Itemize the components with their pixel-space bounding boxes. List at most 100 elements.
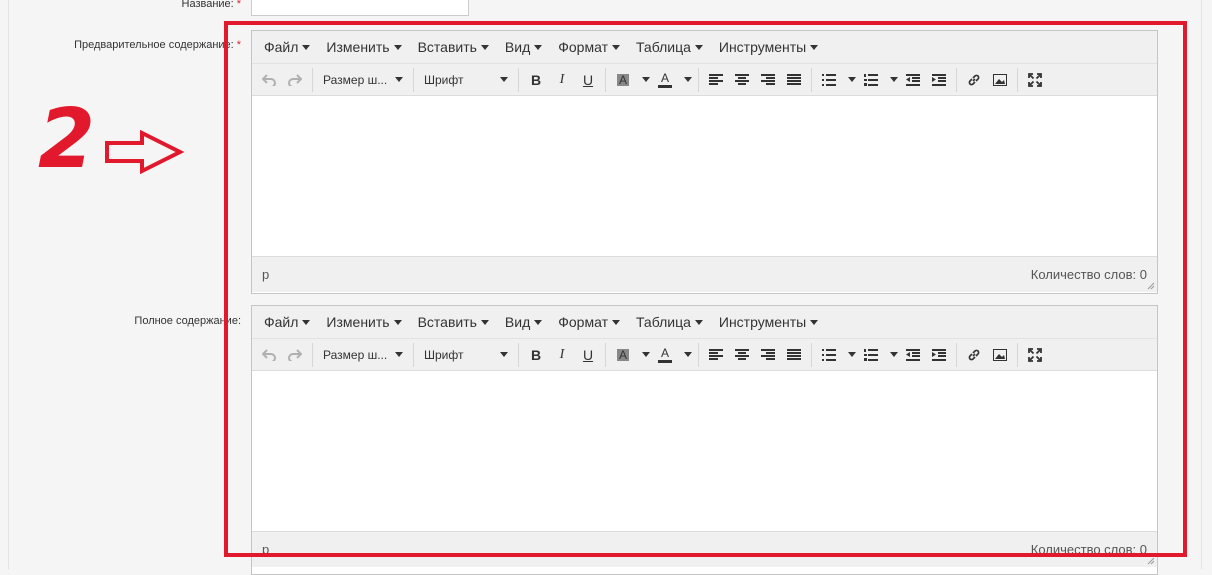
indent-icon[interactable] <box>926 342 952 368</box>
menu-format[interactable]: Формат <box>550 314 628 330</box>
fullscreen-icon[interactable] <box>1022 342 1048 368</box>
toolbar-separator <box>956 342 957 367</box>
toolbar-separator <box>956 67 957 92</box>
menu-tools[interactable]: Инструменты <box>711 314 826 330</box>
align-left-icon[interactable] <box>703 67 729 93</box>
toolbar-separator <box>518 342 519 367</box>
resize-handle-icon[interactable] <box>1147 282 1155 290</box>
menu-edit[interactable]: Изменить <box>318 39 409 55</box>
caret-down-icon <box>890 77 898 82</box>
indent-icon[interactable] <box>926 67 952 93</box>
toolbar-separator <box>605 67 606 92</box>
menu-view[interactable]: Вид <box>497 39 550 55</box>
undo-icon[interactable] <box>256 67 282 93</box>
menu-file[interactable]: Файл <box>256 314 318 330</box>
italic-button[interactable]: I <box>549 342 575 368</box>
full-content-label: Полное содержание: <box>134 315 241 327</box>
bullet-list-icon[interactable] <box>816 342 842 368</box>
menu-view[interactable]: Вид <box>497 314 550 330</box>
caret-down-icon <box>810 44 819 50</box>
toolbar-separator <box>605 342 606 367</box>
font-family-select[interactable]: Шрифт <box>418 67 514 93</box>
fullscreen-icon[interactable] <box>1022 67 1048 93</box>
required-mark: * <box>236 0 241 10</box>
redo-icon[interactable] <box>282 342 308 368</box>
caret-down-icon <box>642 77 650 82</box>
text-color-dropdown[interactable] <box>678 342 694 368</box>
background-color-dropdown[interactable] <box>636 342 652 368</box>
menu-tools[interactable]: Инструменты <box>711 39 826 55</box>
toolbar-separator <box>811 67 812 92</box>
bullet-list-dropdown[interactable] <box>842 67 858 93</box>
font-size-select[interactable]: Размер ш... <box>317 342 409 368</box>
toolbar-separator <box>811 342 812 367</box>
word-count: Количество слов: 0 <box>1030 542 1147 557</box>
caret-down-icon <box>694 44 703 50</box>
bullet-list-dropdown[interactable] <box>842 342 858 368</box>
name-label: Название: * <box>181 0 242 10</box>
background-color-dropdown[interactable] <box>636 67 652 93</box>
image-icon[interactable] <box>987 67 1013 93</box>
preview-content-editor: Файл Изменить Вставить Вид Формат Таблиц… <box>251 30 1158 294</box>
element-path[interactable]: p <box>262 267 269 282</box>
align-justify-icon[interactable] <box>781 342 807 368</box>
italic-button[interactable]: I <box>549 67 575 93</box>
align-right-icon[interactable] <box>755 67 781 93</box>
align-center-icon[interactable] <box>729 342 755 368</box>
menu-insert[interactable]: Вставить <box>410 314 497 330</box>
bullet-list-icon[interactable] <box>816 67 842 93</box>
underline-button[interactable]: U <box>575 342 601 368</box>
annotation-step-number: 2 <box>38 92 96 187</box>
preview-content-label: Предварительное содержание: * <box>74 39 241 51</box>
undo-icon[interactable] <box>256 342 282 368</box>
text-color-button[interactable]: A <box>652 67 678 93</box>
menu-table[interactable]: Таблица <box>628 314 711 330</box>
caret-down-icon <box>890 352 898 357</box>
bold-button[interactable]: B <box>523 67 549 93</box>
page-left-border <box>8 0 9 569</box>
toolbar-separator <box>413 67 414 92</box>
toolbar-separator <box>312 342 313 367</box>
font-size-select[interactable]: Размер ш... <box>317 67 409 93</box>
text-color-dropdown[interactable] <box>678 67 694 93</box>
element-path[interactable]: p <box>262 542 269 557</box>
font-family-select[interactable]: Шрифт <box>418 342 514 368</box>
image-icon[interactable] <box>987 342 1013 368</box>
toolbar-separator <box>413 342 414 367</box>
numbered-list-icon[interactable] <box>858 67 884 93</box>
name-input[interactable] <box>251 0 469 16</box>
numbered-list-icon[interactable] <box>858 342 884 368</box>
align-right-icon[interactable] <box>755 342 781 368</box>
menu-edit[interactable]: Изменить <box>318 314 409 330</box>
text-color-button[interactable]: A <box>652 342 678 368</box>
link-icon[interactable] <box>961 342 987 368</box>
editor-menubar: Файл Изменить Вставить Вид Формат Таблиц… <box>252 31 1157 64</box>
link-icon[interactable] <box>961 67 987 93</box>
redo-icon[interactable] <box>282 67 308 93</box>
align-justify-icon[interactable] <box>781 67 807 93</box>
toolbar-separator <box>518 67 519 92</box>
toolbar-separator <box>1017 67 1018 92</box>
numbered-list-dropdown[interactable] <box>884 342 900 368</box>
menu-file[interactable]: Файл <box>256 39 318 55</box>
outdent-icon[interactable] <box>900 67 926 93</box>
background-color-button[interactable]: A <box>610 67 636 93</box>
menu-table[interactable]: Таблица <box>628 39 711 55</box>
annotation-arrow-icon <box>105 130 184 174</box>
align-center-icon[interactable] <box>729 67 755 93</box>
resize-handle-icon[interactable] <box>1147 557 1155 565</box>
align-left-icon[interactable] <box>703 342 729 368</box>
bold-button[interactable]: B <box>523 342 549 368</box>
background-color-button[interactable]: A <box>610 342 636 368</box>
underline-button[interactable]: U <box>575 67 601 93</box>
editor-statusbar: p Количество слов: 0 <box>252 256 1157 292</box>
outdent-icon[interactable] <box>900 342 926 368</box>
editor-content-area[interactable] <box>252 371 1157 531</box>
menu-format[interactable]: Формат <box>550 39 628 55</box>
caret-down-icon <box>534 319 543 325</box>
editor-content-area[interactable] <box>252 96 1157 256</box>
numbered-list-dropdown[interactable] <box>884 67 900 93</box>
caret-down-icon <box>302 319 311 325</box>
menu-insert[interactable]: Вставить <box>410 39 497 55</box>
caret-down-icon <box>694 319 703 325</box>
